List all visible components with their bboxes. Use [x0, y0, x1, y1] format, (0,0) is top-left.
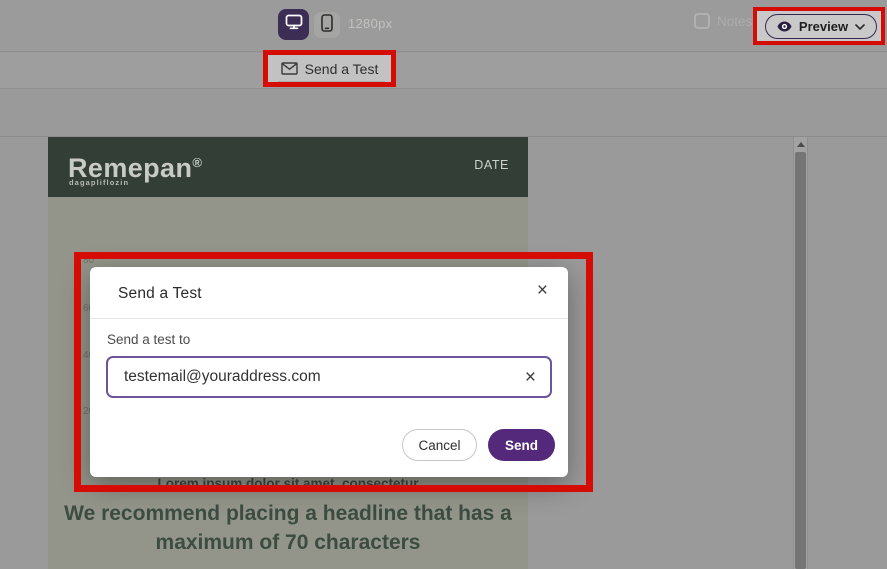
desktop-view-button[interactable] [278, 9, 309, 40]
chart-tick: 80 [83, 255, 94, 266]
top-toolbar: 1280px Notes Preview [0, 0, 887, 52]
email-header: Remepan® dagapliflozin DATE [48, 137, 528, 197]
modal-header: Send a Test × [90, 267, 568, 319]
secondary-bar [0, 90, 887, 137]
send-button[interactable]: Send [488, 429, 555, 461]
brand-subtitle: dagapliflozin [69, 178, 129, 187]
mobile-phone-icon [321, 14, 333, 37]
clear-input-icon[interactable]: × [525, 368, 536, 387]
preview-button[interactable]: Preview [765, 14, 877, 39]
chevron-down-icon [855, 24, 865, 30]
recipient-email-input[interactable] [124, 368, 525, 386]
eye-icon [777, 21, 792, 32]
notes-checkbox-icon[interactable] [694, 13, 710, 29]
notes-toggle[interactable]: Notes [694, 13, 752, 29]
modal-title: Send a Test [118, 285, 202, 303]
viewport-width-label: 1280px [348, 16, 392, 31]
send-test-button[interactable]: Send a Test [305, 61, 379, 77]
send-test-modal: Send a Test × Send a test to × Cancel Se… [90, 267, 568, 477]
preview-annotation-box: Preview [753, 7, 885, 45]
app-screen: 1280px Notes Preview [0, 0, 887, 569]
email-headline: We recommend placing a headline that has… [58, 499, 518, 557]
cancel-button[interactable]: Cancel [402, 429, 477, 461]
scrollbar-up-arrow-icon[interactable] [797, 142, 805, 147]
mobile-view-button[interactable] [314, 12, 340, 38]
preview-button-label: Preview [799, 19, 848, 34]
envelope-icon [281, 62, 298, 75]
recipient-field-label: Send a test to [107, 332, 190, 347]
scrollbar-thumb[interactable] [795, 152, 806, 569]
email-body-text: Lorem ipsum dolor sit amet, consectetur [48, 476, 528, 491]
registered-mark: ® [192, 155, 202, 170]
notes-label: Notes [717, 14, 752, 29]
close-icon[interactable]: × [537, 281, 548, 300]
recipient-input-wrap: × [106, 356, 552, 398]
desktop-monitor-icon [285, 14, 303, 35]
date-placeholder: DATE [474, 158, 509, 172]
send-test-underline [278, 81, 385, 82]
send-test-annotation-box: Send a Test [263, 50, 396, 87]
actions-bar [0, 53, 887, 89]
